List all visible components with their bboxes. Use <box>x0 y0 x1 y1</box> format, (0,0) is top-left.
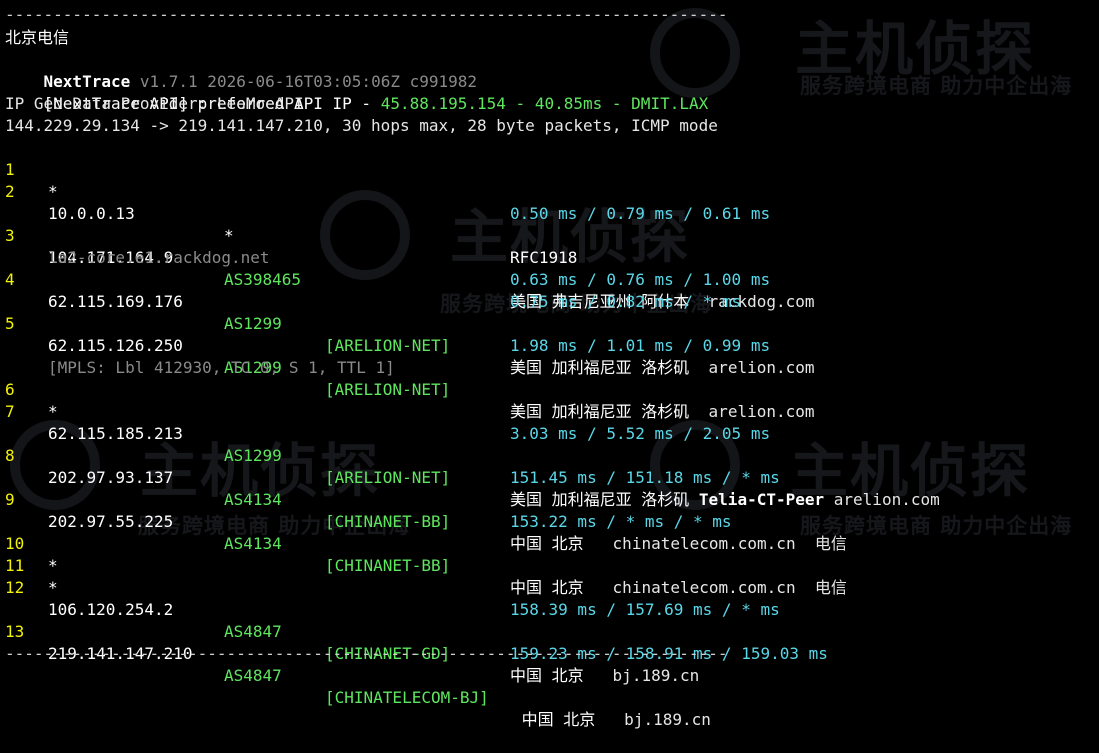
hop-rtt-row: 159.23 ms / 158.91 ms / 159.03 ms <box>0 621 1099 663</box>
hop-row: 4 62.115.169.176 AS1299 [ARELION-NET] 美国… <box>0 247 1099 377</box>
hop-row: 10 * <box>0 511 1099 575</box>
hop-host: bj.189.cn <box>612 666 700 685</box>
api-line: [NextTrace API] preferred API IP - 45.88… <box>5 71 709 113</box>
location-label: 北京电信 <box>5 28 70 47</box>
hop-row: 1 * <box>0 137 1099 201</box>
separator-top: ----------------------------------------… <box>5 5 728 24</box>
hop-rtt-row: 3.03 ms / 5.52 ms / 2.05 ms <box>0 401 1099 443</box>
api-dash: - <box>602 94 632 113</box>
hop-row: 13 219.141.147.210 AS4847 [CHINATELECOM-… <box>0 599 1099 729</box>
hop-rtt-row: 158.39 ms / 157.69 ms / * ms <box>0 577 1099 619</box>
separator-bottom: ----------------------------------------… <box>5 644 728 663</box>
hop-rtt-row: 153.22 ms / * ms / * ms <box>0 489 1099 531</box>
hop-rtt-row: 0.75 ms / 0.82 ms / * ms <box>0 269 1099 311</box>
hop-row: 6 * <box>0 357 1099 421</box>
api-ip: 45.88.195.154 <box>380 94 506 113</box>
hop-geo: 中国 北京 <box>510 666 613 685</box>
watermark-brand: 主机侦探 <box>795 15 1036 83</box>
geo-provider-line: IP Geo Data Provider: LeoMoeAPI <box>5 94 304 113</box>
hop-rtt-row: la2-core.e1.rackdog.net 0.63 ms / 0.76 m… <box>0 225 1099 289</box>
hop-row: 11 * <box>0 533 1099 597</box>
hop-row: 5 62.115.126.250 AS1299 [ARELION-NET] 美国… <box>0 291 1099 421</box>
hop-mpls-row: [MPLS: Lbl 412930, TC 0, S 1, TTL 1] <box>0 335 1099 377</box>
api-dash: - <box>505 94 535 113</box>
hop-row: 12 106.120.254.2 AS4847 [CHINANET-GD] 中国… <box>0 555 1099 685</box>
trace-summary-line: 144.229.29.134 -> 219.141.147.210, 30 ho… <box>5 116 718 135</box>
hop-rtt-row: 1.98 ms / 1.01 ms / 0.99 ms <box>0 313 1099 355</box>
api-node: DMIT.LAX <box>631 94 709 113</box>
terminal-window: 主机侦探 服务跨境电商 助力中企出海 主机侦探 服务跨境电商 助力中企出海 主机… <box>0 0 1099 729</box>
hop-host: bj.189.cn <box>624 710 711 729</box>
hop-asn: AS4847 <box>224 666 282 685</box>
hop-org: [CHINATELECOM-BJ] <box>325 688 489 707</box>
hop-row: 7 62.115.185.213 AS1299 [ARELION-NET] 美国… <box>0 379 1099 509</box>
hop-rtt-row: 151.45 ms / 151.18 ms / * ms <box>0 445 1099 487</box>
hop-row: 9 202.97.55.225 AS4134 [CHINANET-BB] 中国 … <box>0 467 1099 597</box>
hop-geo-line: 中国 北京 bj.189.cn <box>510 665 699 687</box>
hop-geo-line: 中国 北京 bj.189.cn <box>512 709 711 731</box>
hop-row: 2 10.0.0.13 * RFC1918 <box>0 159 1099 267</box>
hop-geo: 中国 北京 <box>512 710 625 729</box>
app-version-line: NextTrace v1.7.1 2026-06-16T03:05:06Z c9… <box>5 49 478 91</box>
hop-rtt-row: 0.50 ms / 0.79 ms / 0.61 ms <box>0 181 1099 223</box>
hop-row: 3 104.171.164.9 AS398465 美国 弗吉尼亚州 阿什本 ra… <box>0 203 1099 311</box>
api-latency: 40.85ms <box>534 94 603 113</box>
hop-row: 8 202.97.93.137 AS4134 [CHINANET-BB] 中国 … <box>0 423 1099 553</box>
watermark-slogan: 服务跨境电商 助力中企出海 <box>800 74 1073 98</box>
